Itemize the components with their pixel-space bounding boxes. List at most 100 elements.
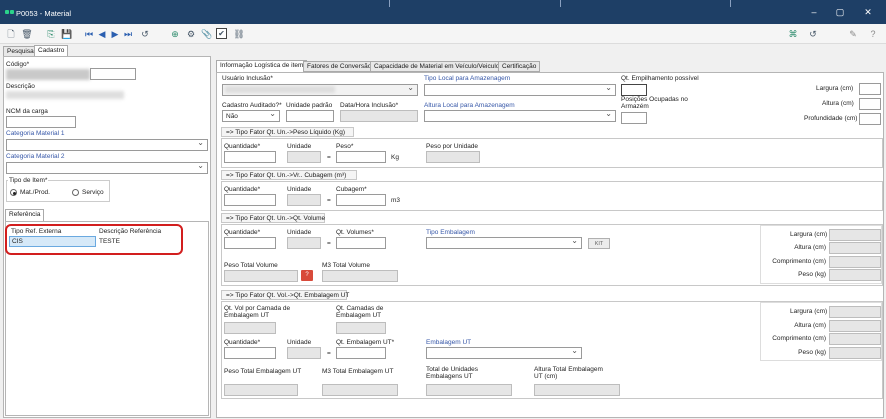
prev-record-icon[interactable]: ◀: [95, 27, 109, 41]
posicoes-label: Posições Ocupadas no Armazém: [621, 96, 688, 110]
emb-altura-input: [829, 320, 881, 332]
cub-quantidade-input[interactable]: [224, 194, 276, 206]
qt-embalagem-input[interactable]: [336, 347, 386, 359]
vol-unidade-input: [287, 237, 321, 249]
largura-input[interactable]: [859, 83, 881, 95]
tab-info-logistica[interactable]: Informação Logística de item: [216, 60, 308, 72]
unidade-padrao-label: Unidade padrão: [286, 102, 333, 109]
cub-equals: =: [327, 197, 331, 204]
vol-equals: =: [327, 240, 331, 247]
delete-icon[interactable]: 🗑: [20, 27, 34, 41]
new-doc-icon[interactable]: 🗋: [4, 27, 18, 41]
peso-equals: =: [327, 154, 331, 161]
vol-peso-input: [829, 269, 881, 281]
vol-altura-input: [829, 242, 881, 254]
peso-unidade-label: Unidade: [287, 143, 312, 150]
execute-icon[interactable]: ↺: [806, 27, 820, 41]
categoria1-select[interactable]: [6, 138, 208, 151]
altura-label: Altura (cm): [822, 100, 854, 107]
altura-local-label: Altura Local para Amazenagem: [424, 102, 515, 109]
ncm-label: NCM da carga: [6, 108, 48, 115]
attach-icon[interactable]: 📎: [200, 27, 214, 41]
unidade-padrao-input[interactable]: [286, 110, 334, 122]
radio-mat-prod[interactable]: [10, 189, 17, 196]
categoria2-select[interactable]: [6, 161, 208, 174]
cubagem-section-title: => Tipo Fator Qt. Un.->Vr.. Cubagem (m³): [221, 170, 357, 180]
link-icon[interactable]: ⛓: [232, 27, 246, 41]
next-record-icon[interactable]: ▶: [108, 27, 122, 41]
profundidade-input[interactable]: [859, 113, 881, 125]
tab-fatores-conversao[interactable]: Fatores de Conversão: [303, 61, 376, 72]
highlight-annotation: [5, 224, 183, 255]
qt-vol-camada-label: Qt. Vol por Camada de Embalagem UT: [224, 305, 291, 319]
tipo-local-select[interactable]: [424, 83, 616, 96]
emb-largura-input: [829, 306, 881, 318]
radio-servico[interactable]: [72, 189, 79, 196]
tab-referencia[interactable]: Referência: [5, 209, 45, 221]
codigo-input[interactable]: [90, 68, 136, 80]
tab-capacidade[interactable]: Capacidade de Material em Veículo/Veicul…: [370, 61, 504, 72]
peso-unidade-input: [287, 151, 321, 163]
app-logo-icon: [10, 10, 14, 14]
check-icon[interactable]: ✔: [216, 28, 227, 39]
vol-comprimento-label: Comprimento (cm): [772, 258, 826, 265]
peso-total-volume-input: [224, 270, 298, 282]
tab-certificacao[interactable]: Certificação: [498, 61, 541, 72]
filter-icon[interactable]: ⌘: [786, 27, 800, 41]
codigo-value-redacted: [6, 69, 90, 80]
first-record-icon[interactable]: ⏮: [82, 27, 96, 41]
tipo-embalagem-select[interactable]: [426, 236, 582, 249]
question-button[interactable]: ?: [301, 270, 313, 281]
descricao-value-redacted: [6, 91, 124, 99]
embalagem-ut-label: Embalagem UT: [426, 339, 472, 346]
emb-quantidade-label: Quantidade*: [224, 339, 261, 346]
emb-unidade-input: [287, 347, 321, 359]
vol-altura-label: Altura (cm): [794, 244, 826, 251]
peso-unit: Kg: [391, 154, 399, 161]
tipo-local-label: Tipo Local para Amazenagem: [424, 75, 511, 82]
help-icon[interactable]: ?: [866, 27, 880, 41]
altura-total-label: Altura Total Embalagem UT (cm): [534, 366, 603, 380]
settings-icon[interactable]: ⚙: [184, 27, 198, 41]
vol-unidade-label: Unidade: [287, 229, 312, 236]
maximize-button[interactable]: ▢: [826, 4, 854, 20]
minimize-button[interactable]: –: [800, 4, 828, 20]
emb-comprimento-input: [829, 333, 881, 345]
profundidade-label: Profundidade (cm): [804, 115, 858, 122]
cubagem-unit: m3: [391, 197, 401, 204]
close-button[interactable]: ✕: [854, 4, 882, 20]
qt-empilhamento-label: Qt. Empilhamento possível: [621, 75, 699, 82]
ncm-input[interactable]: [6, 116, 76, 128]
emb-peso-label: Peso (kg): [798, 349, 826, 356]
total-unidades-input: [426, 384, 512, 396]
cub-unidade-label: Unidade: [287, 186, 312, 193]
qt-empilhamento-input[interactable]: [621, 84, 647, 96]
vol-quantidade-input[interactable]: [224, 237, 276, 249]
peso-por-unidade-input: [426, 151, 480, 163]
qt-volumes-input[interactable]: [336, 237, 386, 249]
cadastro-auditado-select[interactable]: Não: [222, 109, 280, 122]
execute-icon[interactable]: ↺: [138, 27, 152, 41]
save-icon[interactable]: 💾: [60, 27, 74, 41]
emb-unidade-label: Unidade: [287, 339, 312, 346]
edit-icon[interactable]: ✎: [846, 27, 860, 41]
posicoes-input[interactable]: [621, 112, 647, 124]
cubagem-input[interactable]: [336, 194, 386, 206]
toolbar: 🗋 🗑 ⎘ 💾 ⏮ ◀ ▶ ⏭ ↺ ⊕ ⚙ 📎 ✔ ⛓ ⌘ ↺ ✎ ?: [0, 24, 886, 44]
vol-comprimento-input: [829, 256, 881, 268]
emb-quantidade-input[interactable]: [224, 347, 276, 359]
altura-local-select[interactable]: [424, 109, 616, 122]
peso-input[interactable]: [336, 151, 386, 163]
last-record-icon[interactable]: ⏭: [121, 27, 135, 41]
altura-input[interactable]: [859, 98, 881, 110]
categoria1-label: Categoria Material 1: [6, 130, 65, 137]
altura-total-input: [534, 384, 620, 396]
peso-quantidade-input[interactable]: [224, 151, 276, 163]
add-icon[interactable]: ⊕: [168, 27, 182, 41]
copy-icon[interactable]: ⎘: [44, 27, 58, 41]
kit-button[interactable]: KIT: [588, 238, 610, 249]
volume-section-title: => Tipo Fator Qt. Un.->Qt. Volume: [221, 213, 325, 223]
vol-quantidade-label: Quantidade*: [224, 229, 261, 236]
qt-vol-camada-input: [224, 322, 276, 334]
embalagem-ut-select[interactable]: [426, 346, 582, 359]
